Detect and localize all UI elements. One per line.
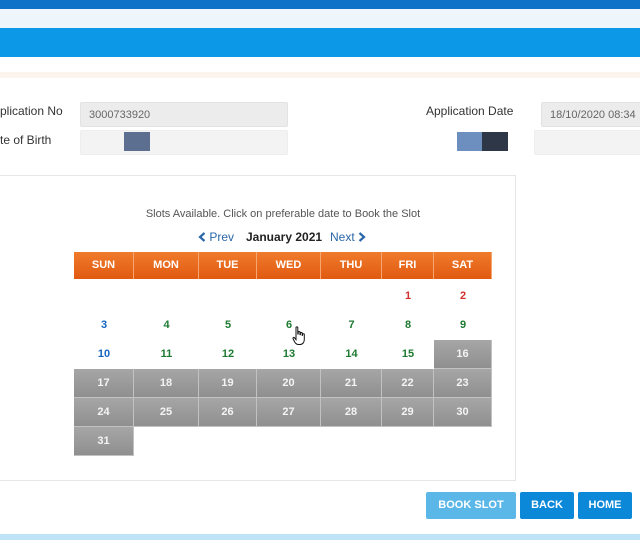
calendar-day-1[interactable]: 1 [382,282,434,311]
weekday-header-fri: FRI [382,252,434,279]
calendar-day-4[interactable]: 4 [134,311,199,340]
calendar-day-24: 24 [74,398,134,427]
calendar-day-13[interactable]: 13 [257,340,321,369]
next-label: Next [330,230,355,244]
section-divider [0,72,640,78]
calendar-day-19: 19 [199,369,257,398]
calendar-empty-cell [382,427,434,456]
application-no-field[interactable]: 3000733920 [80,102,288,127]
calendar-day-11[interactable]: 11 [134,340,199,369]
calendar-day-9[interactable]: 9 [434,311,492,340]
calendar-day-26: 26 [199,398,257,427]
calendar-nav: Prev January 2021 Next [74,230,492,246]
month-title: January 2021 [246,230,323,244]
calendar-day-28: 28 [321,398,382,427]
top-nav-strip [0,0,640,9]
calendar-day-15[interactable]: 15 [382,340,434,369]
dob-day-selector[interactable] [124,132,150,151]
calendar-day-27: 27 [257,398,321,427]
date-of-birth-label: te of Birth [0,133,52,147]
calendar-day-10[interactable]: 10 [74,340,134,369]
footer-strip [0,534,640,540]
weekday-header-mon: MON [134,252,199,279]
calendar-day-16: 16 [434,340,492,369]
calendar-day-17: 17 [74,369,134,398]
prev-label: Prev [209,230,235,244]
calendar-day-31: 31 [74,427,134,456]
book-slot-button[interactable]: BOOK SLOT [426,492,516,519]
weekday-header-sat: SAT [434,252,492,279]
next-month-link[interactable]: Next [330,230,366,244]
dob-month-selector[interactable] [457,132,483,151]
weekday-header-thu: THU [321,252,382,279]
calendar-day-29: 29 [382,398,434,427]
application-date-field[interactable]: 18/10/2020 08:34 [541,102,640,127]
hand-cursor-icon [292,326,305,345]
calendar-day-23: 23 [434,369,492,398]
chevron-left-icon [198,232,206,242]
calendar-empty-cell [199,427,257,456]
calendar-empty-cell [434,427,492,456]
application-no-label: plication No [0,104,63,118]
application-date-label: Application Date [426,104,514,118]
top-band [0,9,640,28]
calendar-day-20: 20 [257,369,321,398]
header-bar [0,28,640,57]
calendar-day-22: 22 [382,369,434,398]
weekday-header-tue: TUE [199,252,257,279]
calendar-day-25: 25 [134,398,199,427]
calendar-day-14[interactable]: 14 [321,340,382,369]
calendar-day-30: 30 [434,398,492,427]
calendar-day-21: 21 [321,369,382,398]
calendar-day-3[interactable]: 3 [74,311,134,340]
weekday-header-wed: WED [257,252,321,279]
calendar-day-12[interactable]: 12 [199,340,257,369]
prev-month-link[interactable]: Prev [198,230,234,244]
calendar-empty-cell [321,427,382,456]
slots-available-message: Slots Available. Click on preferable dat… [145,208,421,220]
calendar-day-7[interactable]: 7 [321,311,382,340]
calendar-empty-cell [134,282,199,311]
chevron-right-icon [358,232,366,242]
calendar-empty-cell [74,282,134,311]
weekday-header-sun: SUN [74,252,134,279]
calendar-day-18: 18 [134,369,199,398]
calendar-day-8[interactable]: 8 [382,311,434,340]
calendar-day-6[interactable]: 6 [257,311,321,340]
right-blank-field[interactable] [534,130,640,155]
date-of-birth-field[interactable] [80,130,288,155]
back-button[interactable]: BACK [520,492,574,519]
home-button[interactable]: HOME [578,492,632,519]
calendar-empty-cell [199,282,257,311]
dob-year-selector[interactable] [482,132,508,151]
calendar-empty-cell [321,282,382,311]
calendar-day-5[interactable]: 5 [199,311,257,340]
calendar-empty-cell [257,427,321,456]
calendar-empty-cell [257,282,321,311]
calendar-empty-cell [134,427,199,456]
calendar-day-2[interactable]: 2 [434,282,492,311]
